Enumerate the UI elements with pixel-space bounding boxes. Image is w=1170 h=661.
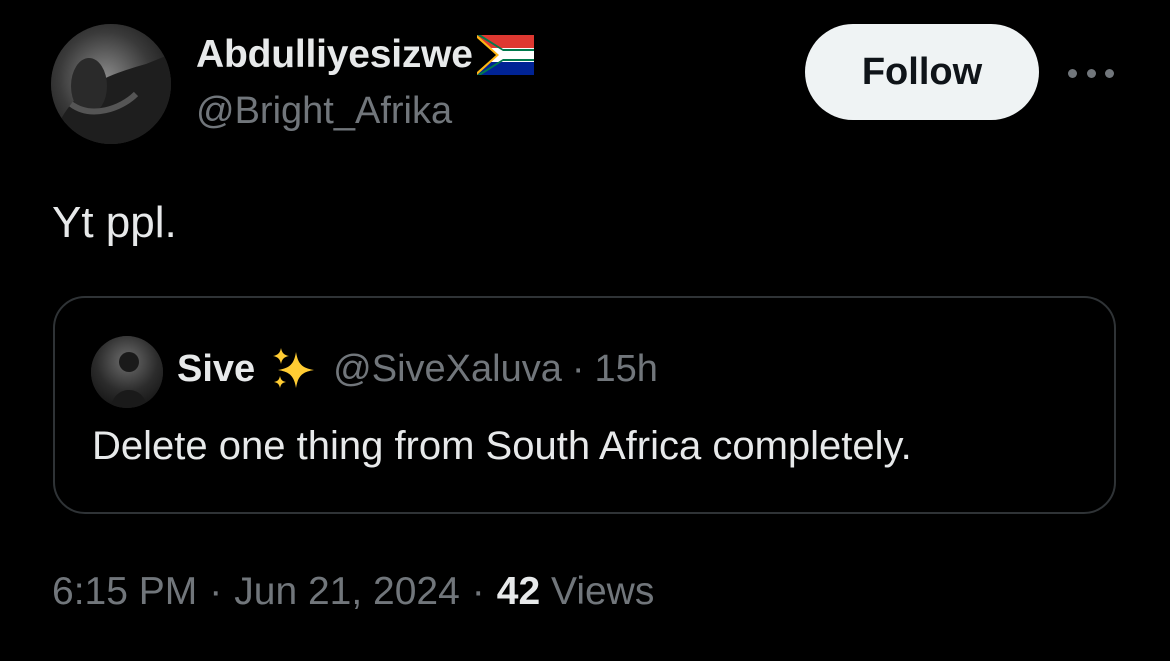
- separator-dot: ·: [209, 570, 223, 613]
- quoted-author-avatar[interactable]: [91, 336, 163, 408]
- author-name-row[interactable]: Abdulliyesizwe: [196, 30, 534, 80]
- tweet-meta: 6:15 PM · Jun 21, 2024 · 42 Views: [52, 570, 654, 614]
- quoted-tweet-header: Sive @SiveXaluva · 15h: [177, 344, 658, 394]
- follow-button[interactable]: Follow: [805, 24, 1039, 120]
- views-count: 42: [496, 570, 541, 613]
- separator-dot: ·: [571, 347, 585, 390]
- views-label: Views: [551, 570, 655, 613]
- views[interactable]: 42 Views: [497, 570, 655, 614]
- tweet: Abdulliyesizwe @Bright_Afrika Follow Yt …: [0, 0, 1170, 661]
- avatar-image: [51, 24, 171, 144]
- more-dot: [1086, 68, 1096, 78]
- quoted-author-name[interactable]: Sive: [177, 348, 255, 391]
- author-display-name[interactable]: Abdulliyesizwe: [196, 33, 473, 77]
- more-dot: [1068, 68, 1077, 78]
- quoted-author-handle[interactable]: @SiveXaluva: [333, 348, 562, 391]
- sparkles-icon: [273, 348, 315, 388]
- quoted-handle-time: @SiveXaluva · 15h: [333, 348, 658, 391]
- tweet-date[interactable]: Jun 21, 2024: [234, 570, 460, 614]
- quoted-avatar-image: [91, 336, 163, 408]
- quoted-tweet-time[interactable]: 15h: [595, 348, 658, 391]
- author-handle[interactable]: @Bright_Afrika: [196, 90, 452, 133]
- quoted-tweet-card[interactable]: Sive @SiveXaluva · 15h Delete one thing …: [53, 296, 1116, 514]
- tweet-time[interactable]: 6:15 PM: [52, 570, 197, 614]
- separator-dot: ·: [471, 570, 485, 613]
- tweet-text: Yt ppl.: [52, 198, 177, 247]
- author-avatar[interactable]: [51, 24, 171, 144]
- quoted-tweet-text: Delete one thing from South Africa compl…: [92, 424, 912, 468]
- more-horizontal-icon[interactable]: [1068, 60, 1114, 86]
- south-africa-flag-icon: [476, 35, 534, 75]
- more-dot: [1105, 68, 1114, 78]
